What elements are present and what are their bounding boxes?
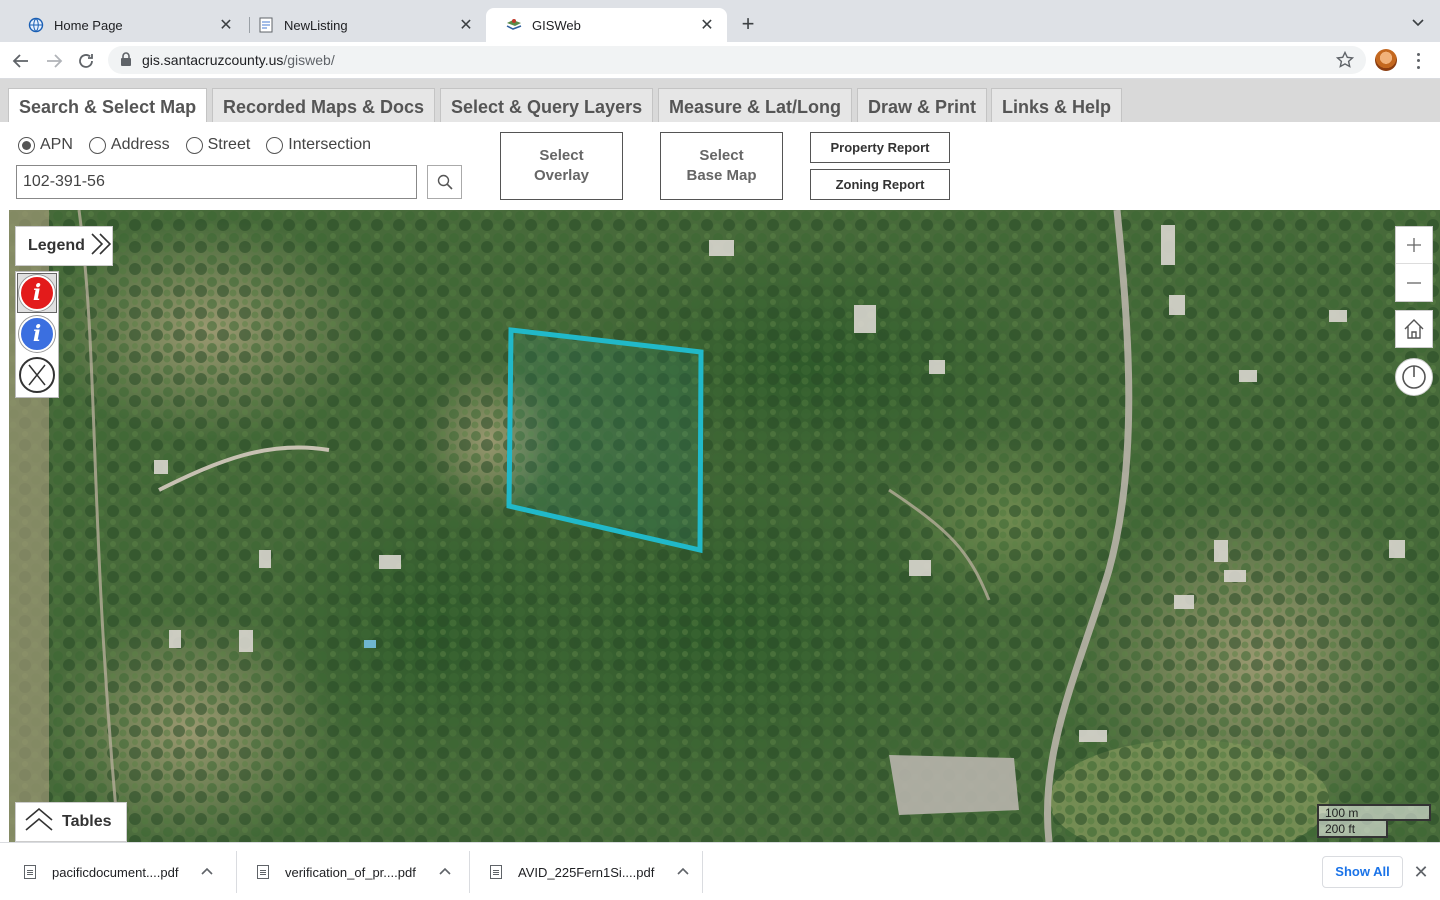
- radio-button[interactable]: [88, 136, 106, 154]
- zoom-out-minus-icon[interactable]: [1396, 264, 1432, 301]
- app-tab-bar: Search & Select Map Recorded Maps & Docs…: [0, 79, 1440, 122]
- address-bar[interactable]: gis.santacruzcounty.us/gisweb/: [108, 46, 1366, 74]
- browser-tab-title: GISWeb: [532, 17, 581, 33]
- tab-draw-print[interactable]: Draw & Print: [857, 88, 988, 122]
- browser-tab-title: NewListing: [284, 17, 348, 33]
- power-icon[interactable]: [1395, 358, 1433, 396]
- legend-button[interactable]: Legend: [15, 226, 113, 266]
- pdf-file-icon: [24, 865, 36, 879]
- select-base-map-button[interactable]: Select Base Map: [660, 132, 783, 200]
- radio-label: APN: [40, 136, 73, 153]
- radio-label: Street: [207, 136, 251, 153]
- tab-measure-lat-long[interactable]: Measure & Lat/Long: [658, 88, 853, 122]
- radio-button[interactable]: [185, 136, 203, 154]
- url-text: gis.santacruzcounty.us/gisweb/: [142, 52, 335, 68]
- bookmark-star-icon[interactable]: [1335, 50, 1355, 69]
- chevron-down-icon[interactable]: [1410, 14, 1426, 30]
- button-label-line: Select: [699, 147, 744, 164]
- scale-bar: 100 m 200 ft: [1317, 804, 1431, 840]
- radio-street[interactable]: Street: [185, 136, 251, 154]
- close-icon[interactable]: ✕: [1412, 862, 1430, 882]
- browser-tab-title: Home Page: [54, 17, 123, 33]
- document-icon: [258, 17, 274, 33]
- radio-apn[interactable]: APN: [18, 136, 73, 154]
- aerial-imagery: [9, 210, 1440, 842]
- lock-icon: [120, 52, 134, 68]
- download-item[interactable]: verification_of_pr....pdf: [233, 851, 452, 893]
- button-label-line: Overlay: [533, 167, 590, 184]
- pdf-file-icon: [490, 865, 502, 879]
- home-icon[interactable]: [1395, 310, 1433, 348]
- browser-tab-gisweb[interactable]: GISWeb ✕: [486, 8, 727, 42]
- download-filename: AVID_225Fern1Si....pdf: [518, 864, 655, 880]
- browser-tab-newlisting[interactable]: NewListing ✕: [238, 8, 486, 42]
- download-filename: verification_of_pr....pdf: [285, 864, 416, 880]
- new-tab-plus-icon[interactable]: +: [737, 13, 759, 35]
- radio-label: Address: [110, 136, 170, 153]
- close-icon[interactable]: ✕: [699, 17, 715, 34]
- chevron-up-icon[interactable]: [200, 865, 214, 879]
- select-overlay-button[interactable]: Select Overlay: [500, 132, 623, 200]
- radio-button[interactable]: [18, 136, 35, 154]
- tab-recorded-maps-docs[interactable]: Recorded Maps & Docs: [212, 88, 436, 122]
- pdf-file-icon: [257, 865, 269, 879]
- download-item[interactable]: pacificdocument....pdf: [0, 851, 214, 893]
- back-arrow-icon[interactable]: [11, 51, 31, 71]
- profile-avatar[interactable]: [1375, 49, 1397, 71]
- more-menu-icon[interactable]: [1412, 51, 1424, 71]
- clear-x-icon[interactable]: [19, 357, 55, 393]
- legend-label: Legend: [28, 237, 85, 254]
- radio-label: Intersection: [288, 136, 372, 153]
- gis-map-icon: [506, 17, 522, 33]
- double-chevron-right-icon: [89, 232, 113, 261]
- reload-icon[interactable]: [76, 51, 96, 71]
- show-all-button[interactable]: Show All: [1322, 856, 1403, 888]
- forward-arrow-icon[interactable]: [44, 51, 64, 71]
- download-divider: [702, 851, 703, 893]
- property-report-button[interactable]: Property Report: [810, 132, 950, 163]
- button-label-line: Select: [539, 147, 584, 164]
- identify-info-red-icon[interactable]: i: [19, 275, 55, 311]
- download-item[interactable]: AVID_225Fern1Si....pdf: [466, 851, 690, 893]
- chevron-up-icon[interactable]: [438, 865, 452, 879]
- search-mode-group: APN Address Street Intersection: [18, 135, 387, 155]
- radio-intersection[interactable]: Intersection: [266, 136, 371, 154]
- tab-select-query-layers[interactable]: Select & Query Layers: [440, 88, 654, 122]
- search-icon: [437, 174, 453, 190]
- radio-button[interactable]: [266, 136, 284, 154]
- zoom-controls: [1395, 226, 1433, 302]
- scale-metric: 100 m: [1317, 804, 1431, 821]
- close-icon[interactable]: ✕: [458, 17, 474, 34]
- download-filename: pacificdocument....pdf: [52, 864, 179, 880]
- tables-label: Tables: [62, 813, 112, 830]
- browser-toolbar: gis.santacruzcounty.us/gisweb/: [0, 42, 1440, 79]
- browser-tab-strip: Home Page ✕ NewListing ✕ GISWeb ✕ +: [0, 0, 1440, 42]
- map-tool-panel: i i: [15, 271, 59, 398]
- button-label-line: Base Map: [686, 167, 757, 184]
- double-chevron-up-icon: [24, 807, 54, 838]
- tab-links-help[interactable]: Links & Help: [991, 88, 1123, 122]
- browser-tab-home-page[interactable]: Home Page ✕: [8, 8, 246, 42]
- zoning-report-button[interactable]: Zoning Report: [810, 169, 950, 200]
- tables-button[interactable]: Tables: [15, 802, 127, 842]
- apn-search-input[interactable]: [16, 165, 417, 199]
- aerial-map[interactable]: Legend i i Tables 100 m 200 ft: [9, 210, 1440, 842]
- gisweb-page: Search & Select Map Recorded Maps & Docs…: [0, 79, 1440, 842]
- zoom-in-plus-icon[interactable]: [1396, 227, 1432, 264]
- chevron-up-icon[interactable]: [676, 865, 690, 879]
- scale-imperial: 200 ft: [1317, 821, 1388, 838]
- search-button[interactable]: [427, 165, 462, 199]
- globe-map-icon: [28, 17, 44, 33]
- radio-address[interactable]: Address: [88, 136, 170, 154]
- download-bar: pacificdocument....pdf verification_of_p…: [0, 842, 1440, 900]
- identify-info-blue-icon[interactable]: i: [19, 316, 55, 352]
- close-icon[interactable]: ✕: [218, 17, 234, 34]
- tab-search-select-map[interactable]: Search & Select Map: [8, 88, 208, 122]
